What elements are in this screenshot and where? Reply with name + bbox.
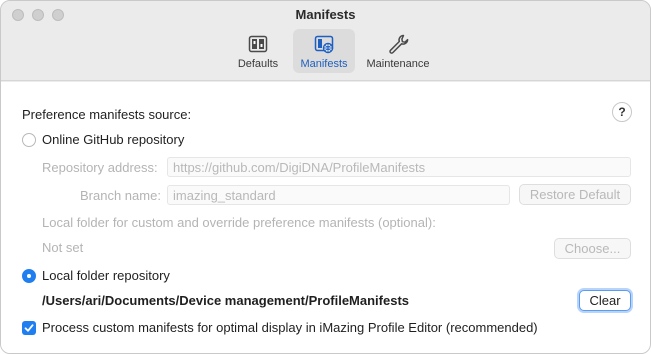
manifests-pane: Preference manifests source: ? Online Gi…: [1, 82, 650, 353]
local-folder-hint: Local folder for custom and override pre…: [42, 215, 436, 230]
manifests-folder-icon: [314, 35, 334, 54]
process-custom-checkbox[interactable]: [22, 321, 36, 335]
title-bar: Manifests Defaults Manifests Maintenance: [1, 1, 650, 81]
section-label: Preference manifests source:: [22, 107, 192, 122]
tab-defaults[interactable]: Defaults: [227, 29, 289, 73]
branch-name-label: Branch name:: [80, 188, 161, 203]
process-custom-label[interactable]: Process custom manifests for optimal dis…: [42, 320, 538, 335]
repository-address-field[interactable]: https://github.com/DigiDNA/ProfileManife…: [167, 157, 631, 177]
clear-button[interactable]: Clear: [579, 290, 631, 311]
window-title: Manifests: [295, 7, 356, 22]
tab-defaults-label: Defaults: [237, 58, 279, 70]
help-button[interactable]: ?: [612, 102, 632, 122]
tab-maintenance[interactable]: Maintenance: [359, 29, 437, 73]
restore-default-button[interactable]: Restore Default: [519, 184, 631, 205]
local-folder-label[interactable]: Local folder repository: [42, 268, 170, 283]
tab-maintenance-label: Maintenance: [366, 58, 430, 70]
preferences-window: Manifests Defaults Manifests Maintenance…: [0, 0, 651, 354]
repository-address-label: Repository address:: [42, 160, 158, 175]
wrench-icon: [389, 34, 409, 54]
defaults-panel-icon: [248, 35, 268, 53]
tab-manifests[interactable]: Manifests: [293, 29, 355, 73]
tab-manifests-label: Manifests: [300, 58, 348, 70]
online-github-radio[interactable]: [22, 133, 36, 147]
local-folder-radio[interactable]: [22, 269, 36, 283]
choose-button[interactable]: Choose...: [554, 238, 631, 259]
not-set-label: Not set: [42, 240, 84, 255]
preferences-toolbar: Defaults Manifests Maintenance: [227, 29, 437, 73]
checkmark-icon: [24, 324, 34, 332]
online-github-label[interactable]: Online GitHub repository: [42, 132, 184, 147]
branch-name-field[interactable]: imazing_standard: [167, 185, 510, 205]
local-path: /Users/ari/Documents/Device management/P…: [42, 293, 410, 308]
